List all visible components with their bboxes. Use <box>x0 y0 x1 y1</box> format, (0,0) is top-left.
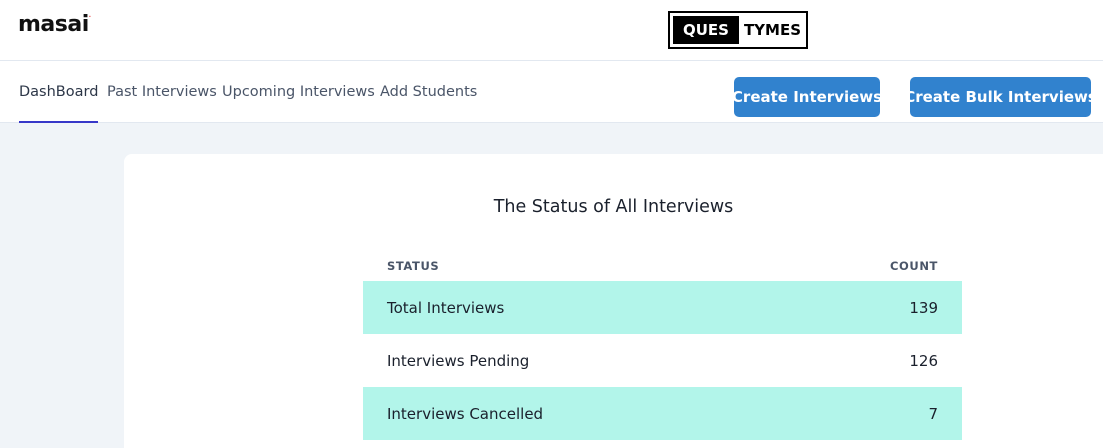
tab-dashboard[interactable]: DashBoard <box>19 62 99 123</box>
logo-text: masai <box>18 12 89 37</box>
top-header: masai. QUES TYMES <box>0 0 1103 61</box>
main-content: The Status of All Interviews STATUS COUN… <box>0 123 1103 448</box>
brand-right: TYMES <box>743 21 802 39</box>
table-row: Interviews Cancelled 7 <box>363 387 962 440</box>
row-count: 7 <box>928 404 938 423</box>
brand-left: QUES <box>673 16 739 44</box>
table-header: STATUS COUNT <box>363 250 962 281</box>
table-row: Total Interviews 139 <box>363 281 962 334</box>
tab-upcoming-interviews[interactable]: Upcoming Interviews <box>222 62 375 123</box>
row-count: 126 <box>909 351 938 370</box>
row-count: 139 <box>909 298 938 317</box>
row-status: Interviews Cancelled <box>387 404 544 423</box>
table-row: Interviews Pending 126 <box>363 334 962 387</box>
card-title: The Status of All Interviews <box>493 197 734 217</box>
status-card: The Status of All Interviews STATUS COUN… <box>124 154 1103 448</box>
status-table: STATUS COUNT Total Interviews 139 Interv… <box>363 250 962 440</box>
create-bulk-interviews-button[interactable]: Create Bulk Interviews <box>904 77 1097 117</box>
row-status: Total Interviews <box>387 298 505 317</box>
questymes-logo: QUES TYMES <box>668 11 808 49</box>
tab-past-interviews[interactable]: Past Interviews <box>107 62 217 123</box>
count-column-header: COUNT <box>889 258 938 273</box>
logo-mark: . <box>88 12 91 19</box>
tab-add-students[interactable]: Add Students <box>380 62 477 123</box>
status-column-header: STATUS <box>387 258 440 273</box>
masai-logo[interactable]: masai. <box>18 12 91 37</box>
create-interviews-button[interactable]: Create Interviews <box>732 77 882 117</box>
row-status: Interviews Pending <box>387 351 530 370</box>
nav-bar: DashBoard Past Interviews Upcoming Inter… <box>0 62 1103 123</box>
